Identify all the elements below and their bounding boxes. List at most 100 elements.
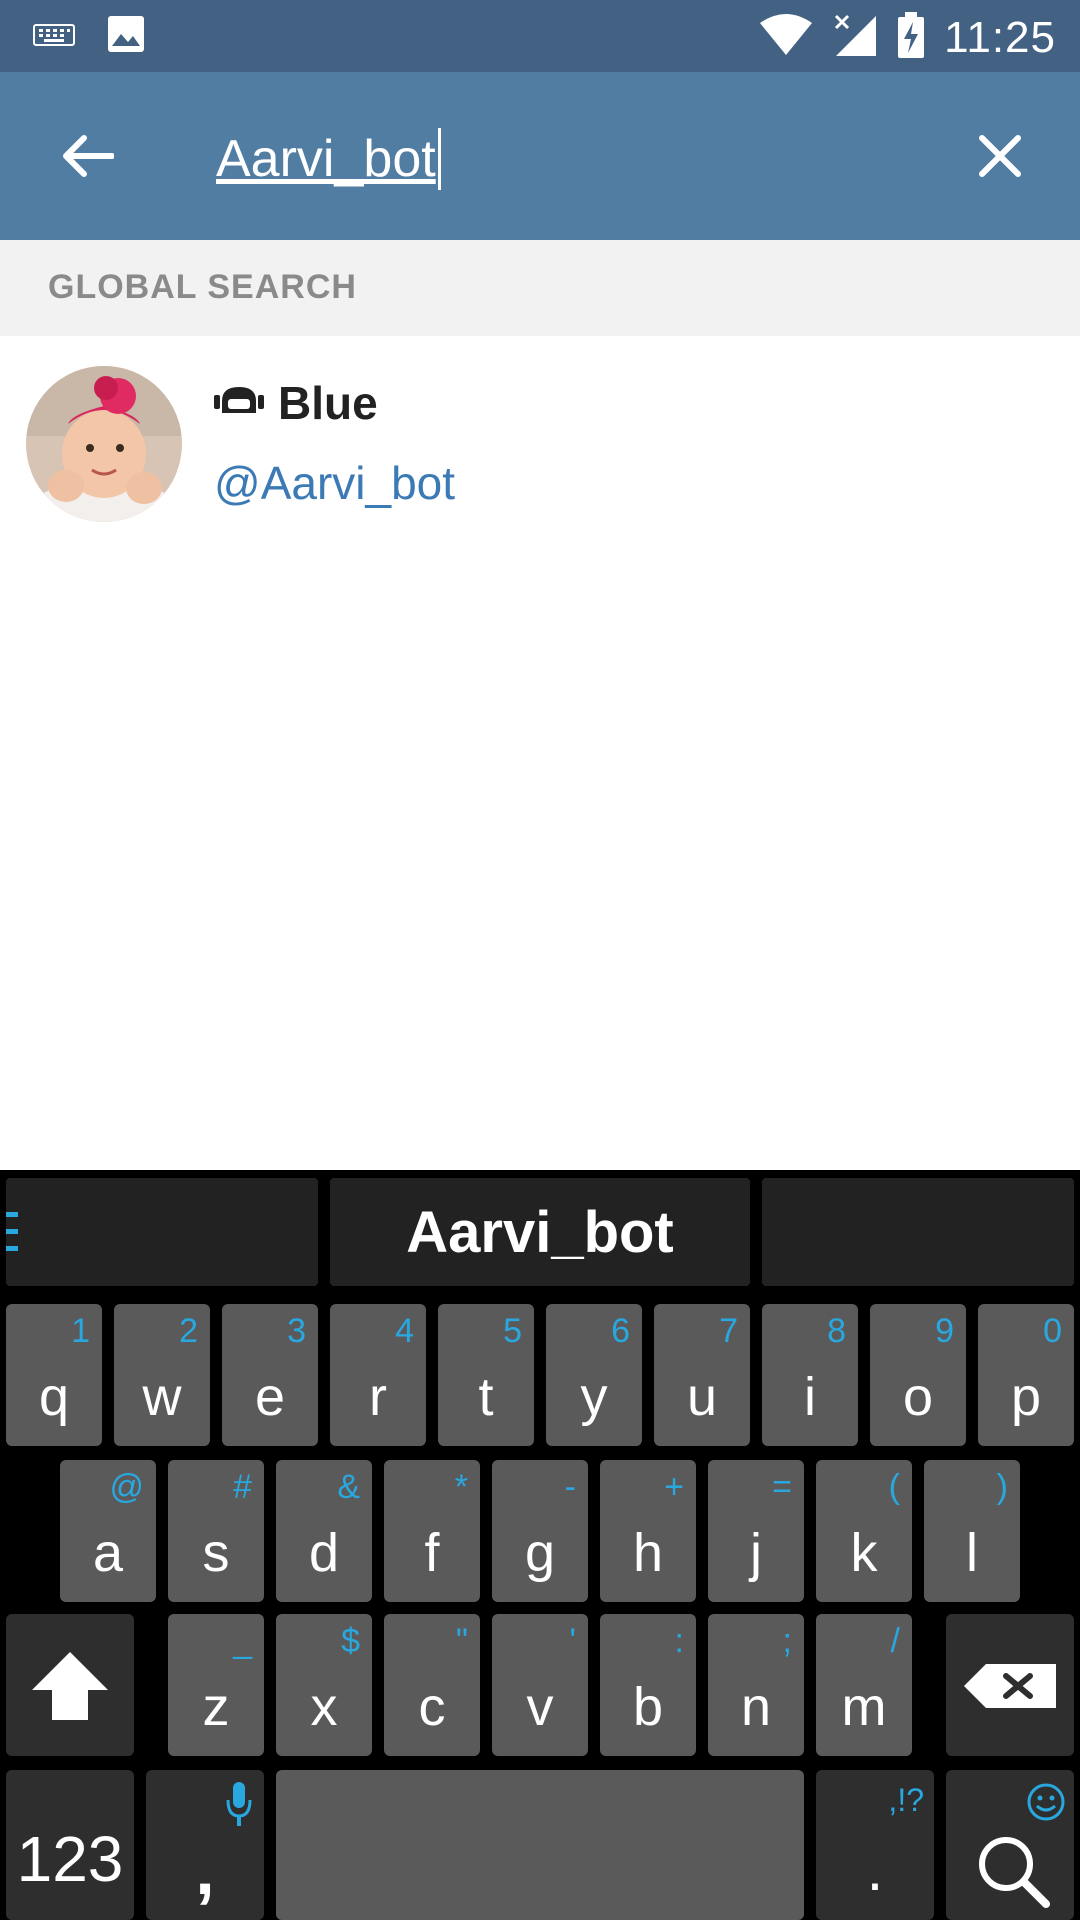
soft-keyboard: Aarvi_bot 1q2w3e4r5t6y7u8i9o0p @ a # s & d * f -… xyxy=(0,1170,1080,1920)
comma-key[interactable]: , xyxy=(146,1770,264,1920)
key-secondary-label: 7 xyxy=(719,1312,738,1350)
search-input-value: Aarvi_bot xyxy=(216,130,436,188)
key-secondary-label: 0 xyxy=(1043,1312,1062,1350)
bot-icon xyxy=(214,383,264,424)
key-label: p xyxy=(1010,1367,1042,1427)
avatar xyxy=(26,366,182,522)
key-l[interactable]: ) l xyxy=(924,1460,1020,1602)
key-secondary-label: 8 xyxy=(827,1312,846,1350)
key-secondary-label: $ xyxy=(341,1622,360,1660)
key-secondary-label: & xyxy=(337,1468,360,1506)
battery-charging-icon xyxy=(896,10,926,65)
key-m[interactable]: / m xyxy=(816,1614,912,1756)
close-icon xyxy=(979,135,1021,177)
key-k[interactable]: (k xyxy=(816,1460,912,1602)
key-label: j xyxy=(750,1523,762,1583)
shift-key[interactable] xyxy=(6,1614,134,1756)
key-d[interactable]: & d xyxy=(276,1460,372,1602)
global-search-header: GLOBAL SEARCH xyxy=(0,240,1080,336)
key-y[interactable]: 6y xyxy=(546,1304,642,1446)
text-cursor xyxy=(437,128,441,190)
key-r[interactable]: 4r xyxy=(330,1304,426,1446)
key-label: t xyxy=(478,1367,494,1427)
key-a[interactable]: @ a xyxy=(60,1460,156,1602)
search-input[interactable]: Aarvi_bot xyxy=(216,124,836,194)
key-n[interactable]: ; n xyxy=(708,1614,804,1756)
key-secondary-label: @ xyxy=(109,1468,144,1506)
key-label: h xyxy=(632,1523,664,1583)
arrow-back-icon xyxy=(63,135,114,177)
backspace-icon xyxy=(964,1664,1056,1708)
space-key[interactable] xyxy=(276,1770,804,1920)
suggestion-right[interactable] xyxy=(762,1178,1074,1286)
key-label: b xyxy=(632,1677,664,1737)
key-secondary-label: _ xyxy=(233,1622,252,1660)
key-secondary-label: 4 xyxy=(395,1312,414,1350)
section-title: GLOBAL SEARCH xyxy=(48,268,357,306)
key-h[interactable]: + h xyxy=(600,1460,696,1602)
result-name: Blue xyxy=(278,377,378,429)
back-button[interactable] xyxy=(48,116,128,196)
key-secondary-label: 2 xyxy=(179,1312,198,1350)
symbols-key-label: 123 xyxy=(16,1823,124,1895)
menu-handle-icon xyxy=(6,1212,18,1251)
suggestion-bar: Aarvi_bot xyxy=(0,1170,1080,1294)
key-p[interactable]: 0p xyxy=(978,1304,1074,1446)
key-label: e xyxy=(254,1367,286,1427)
clear-search-button[interactable] xyxy=(960,116,1040,196)
shift-arrow-icon xyxy=(32,1652,108,1720)
key-q[interactable]: 1q xyxy=(6,1304,102,1446)
key-secondary-label: : xyxy=(674,1622,684,1660)
key-o[interactable]: 9o xyxy=(870,1304,966,1446)
key-x[interactable]: $ x xyxy=(276,1614,372,1756)
key-label: n xyxy=(740,1677,772,1737)
key-e[interactable]: 3e xyxy=(222,1304,318,1446)
key-label: g xyxy=(524,1523,556,1583)
search-app-bar: Aarvi_bot xyxy=(0,72,1080,240)
key-label: s xyxy=(202,1523,230,1583)
key-v[interactable]: ' v xyxy=(492,1614,588,1756)
image-icon xyxy=(106,14,146,59)
keyboard-icon xyxy=(32,19,76,54)
key-secondary-label: 1 xyxy=(71,1312,90,1350)
key-secondary-label: 9 xyxy=(935,1312,954,1350)
key-c[interactable]: " c xyxy=(384,1614,480,1756)
key-s[interactable]: # s xyxy=(168,1460,264,1602)
key-u[interactable]: 7u xyxy=(654,1304,750,1446)
key-z[interactable]: _ z xyxy=(168,1614,264,1756)
period-key-label: . xyxy=(866,1836,884,1903)
key-secondary-label: 6 xyxy=(611,1312,630,1350)
period-key[interactable]: ,!? . xyxy=(816,1770,934,1920)
key-g[interactable]: -g xyxy=(492,1460,588,1602)
key-label: d xyxy=(308,1523,340,1583)
key-secondary-label: 5 xyxy=(503,1312,522,1350)
key-label: m xyxy=(841,1677,887,1737)
backspace-key[interactable] xyxy=(946,1614,1074,1756)
key-secondary-label: " xyxy=(455,1622,468,1660)
search-result-row[interactable]: Blue @Aarvi_bot xyxy=(0,336,1080,548)
key-label: z xyxy=(202,1677,230,1737)
key-j[interactable]: = j xyxy=(708,1460,804,1602)
symbols-key[interactable]: 123 xyxy=(6,1770,134,1920)
key-label: r xyxy=(369,1367,387,1427)
key-i[interactable]: 8i xyxy=(762,1304,858,1446)
key-f[interactable]: * f xyxy=(384,1460,480,1602)
key-label: k xyxy=(850,1523,878,1583)
key-label: l xyxy=(966,1523,978,1583)
microphone-icon xyxy=(226,1782,252,1826)
key-label: i xyxy=(804,1367,816,1427)
emoji-icon xyxy=(1027,1783,1065,1821)
key-secondary-label: ) xyxy=(996,1468,1008,1506)
suggestion-center[interactable]: Aarvi_bot xyxy=(330,1178,750,1286)
key-t[interactable]: 5t xyxy=(438,1304,534,1446)
suggestion-left[interactable] xyxy=(6,1178,318,1286)
key-label: f xyxy=(424,1523,440,1583)
wifi-icon xyxy=(758,13,814,62)
key-secondary-label: = xyxy=(772,1468,792,1506)
key-w[interactable]: 2w xyxy=(114,1304,210,1446)
key-b[interactable]: :b xyxy=(600,1614,696,1756)
search-key[interactable] xyxy=(946,1770,1074,1920)
key-secondary-label: 3 xyxy=(287,1312,306,1350)
key-label: c xyxy=(418,1677,446,1737)
key-secondary-label: + xyxy=(664,1468,684,1506)
